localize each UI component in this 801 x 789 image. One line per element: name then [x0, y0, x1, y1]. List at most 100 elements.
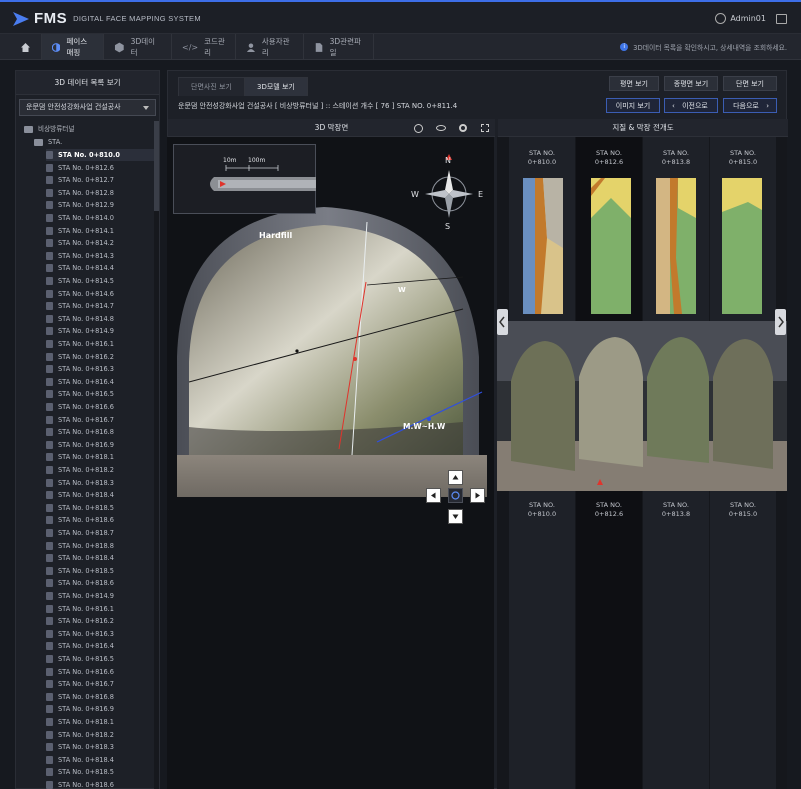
minimap[interactable]: 10m 100m	[173, 144, 316, 214]
nav-face-mapping[interactable]: 페이스매핑	[42, 34, 104, 60]
tree-item-station[interactable]: STA No. 0+818.1	[46, 716, 155, 728]
gear-icon[interactable]	[459, 124, 467, 132]
tree-item-station[interactable]: STA No. 0+818.1	[46, 451, 155, 463]
tree-item-station[interactable]: STA No. 0+814.7	[46, 300, 155, 312]
tree-item-station[interactable]: STA No. 0+816.1	[46, 603, 155, 615]
tree-item-station[interactable]: STA No. 0+816.6	[46, 666, 155, 678]
tree-item-station[interactable]: STA No. 0+816.9	[46, 703, 155, 715]
scroll-left-button[interactable]	[497, 309, 508, 335]
tree-item-station[interactable]: STA No. 0+818.3	[46, 741, 155, 753]
project-select[interactable]: 운문댐 안전성강화사업 건설공사	[19, 99, 156, 116]
tree-item-station[interactable]: STA No. 0+814.3	[46, 250, 155, 262]
image-view-button[interactable]: 이미지 보기	[606, 98, 660, 113]
tree-folder-sta[interactable]: STA.	[34, 136, 155, 148]
tree-item-station[interactable]: STA No. 0+818.4	[46, 754, 155, 766]
tree-item-station[interactable]: STA No. 0+818.5	[46, 502, 155, 514]
eye-off-icon[interactable]	[436, 125, 446, 131]
compass-e: E	[478, 190, 483, 199]
section-view-button[interactable]: 단면 보기	[723, 76, 777, 91]
plan-view-button[interactable]: 평면 보기	[609, 76, 659, 91]
tab-section-photo[interactable]: 단면사진 보기	[178, 77, 245, 96]
tree-item-station[interactable]: STA No. 0+814.5	[46, 275, 155, 287]
tree-folder-root[interactable]: 비상방류터널	[24, 123, 155, 135]
user-menu[interactable]: Admin01	[715, 13, 787, 24]
tree-item-station[interactable]: STA No. 0+816.6	[46, 401, 155, 413]
tab-3d-model[interactable]: 3D모델 보기	[244, 77, 308, 96]
prev-button[interactable]: ‹ 이전으로	[664, 98, 718, 113]
tree-item-station[interactable]: STA No. 0+818.8	[46, 540, 155, 552]
move-right-button[interactable]	[470, 488, 485, 503]
scrollbar-thumb[interactable]	[154, 121, 159, 211]
tree-item-station[interactable]: STA No. 0+814.0	[46, 212, 155, 224]
tree-item-station[interactable]: STA No. 0+816.4	[46, 376, 155, 388]
system-name: DIGITAL FACE MAPPING SYSTEM	[73, 14, 201, 23]
longitudinal-view-button[interactable]: 종평면 보기	[664, 76, 718, 91]
nav-code-management[interactable]: </> 코드관리	[172, 34, 236, 60]
tree-item-station[interactable]: STA No. 0+816.9	[46, 439, 155, 451]
home-button[interactable]	[10, 34, 42, 60]
layers-icon[interactable]	[414, 124, 423, 133]
tree-item-station[interactable]: STA No. 0+812.8	[46, 187, 155, 199]
tree-item-station[interactable]: STA No. 0+814.2	[46, 237, 155, 249]
tree-scrollbar[interactable]	[154, 121, 159, 789]
tree-item-station[interactable]: STA No. 0+812.7	[46, 174, 155, 186]
tree-item-station[interactable]: STA No. 0+814.1	[46, 225, 155, 237]
scroll-right-button[interactable]	[775, 309, 786, 335]
nav-3d-files[interactable]: 3D관련파일	[304, 34, 374, 60]
move-up-button[interactable]	[448, 470, 463, 485]
sta-value: 0+815.0	[728, 158, 758, 166]
tree-item-station[interactable]: STA No. 0+818.2	[46, 729, 155, 741]
tree-item-station[interactable]: STA No. 0+818.6	[46, 577, 155, 589]
tree-item-station[interactable]: STA No. 0+818.5	[46, 766, 155, 778]
file-icon	[46, 214, 53, 222]
tree-item-station[interactable]: STA No. 0+818.4	[46, 552, 155, 564]
tree-item-station[interactable]: STA No. 0+818.6	[46, 779, 155, 789]
file-icon	[46, 264, 53, 273]
fullscreen-icon[interactable]	[481, 124, 489, 132]
tree-item-station[interactable]: STA No. 0+816.1	[46, 338, 155, 350]
face-development-view[interactable]	[497, 321, 787, 491]
tree-item-station[interactable]: STA No. 0+818.7	[46, 527, 155, 539]
tree-item-station[interactable]: STA No. 0+816.5	[46, 388, 155, 400]
tree-item-station[interactable]: STA No. 0+816.4	[46, 640, 155, 652]
tree-item-station[interactable]: STA No. 0+818.3	[46, 477, 155, 489]
app-logo[interactable]: FMS DIGITAL FACE MAPPING SYSTEM	[12, 10, 201, 27]
tree-item-station[interactable]: STA No. 0+818.4	[46, 489, 155, 501]
tree-item-station[interactable]: STA No. 0+814.6	[46, 288, 155, 300]
tree-item-station[interactable]: STA No. 0+816.8	[46, 426, 155, 438]
tree-item-station[interactable]: STA No. 0+818.2	[46, 464, 155, 476]
tree-item-station[interactable]: STA No. 0+816.7	[46, 678, 155, 690]
file-icon	[46, 428, 53, 437]
nav-label: 코드관리	[204, 37, 225, 57]
file-icon	[46, 617, 53, 626]
tree-item-station[interactable]: STA No. 0+818.6	[46, 514, 155, 526]
tree-item-station[interactable]: STA No. 0+816.2	[46, 615, 155, 627]
logout-icon[interactable]	[776, 13, 787, 24]
move-down-button[interactable]	[448, 509, 463, 524]
tree-item-station[interactable]: STA No. 0+814.4	[46, 262, 155, 274]
tree-item-station[interactable]: STA No. 0+816.8	[46, 691, 155, 703]
tree-item-station[interactable]: STA No. 0+812.9	[46, 199, 155, 211]
move-left-button[interactable]	[426, 488, 441, 503]
file-icon	[46, 503, 53, 512]
tree-item-station[interactable]: STA No. 0+816.5	[46, 653, 155, 665]
tree-item-station[interactable]: STA No. 0+816.7	[46, 414, 155, 426]
file-icon	[46, 592, 53, 600]
tree-item-station[interactable]: STA No. 0+816.3	[46, 628, 155, 640]
tree-item-label: STA No. 0+818.3	[58, 743, 114, 752]
nav-user-management[interactable]: 사용자관리	[236, 34, 304, 60]
nav-3d-data[interactable]: 3D데이터	[104, 34, 172, 60]
rotate-button[interactable]	[448, 488, 463, 503]
tree-item-station[interactable]: STA No. 0+814.9	[46, 325, 155, 337]
tree-item-station[interactable]: STA No. 0+810.0	[46, 149, 155, 161]
tree-item-station[interactable]: STA No. 0+818.5	[46, 565, 155, 577]
tree-item-station[interactable]: STA No. 0+814.8	[46, 313, 155, 325]
tree-item-station[interactable]: STA No. 0+812.6	[46, 162, 155, 174]
station-tree: 비상방류터널 STA. STA No. 0+810.0 STA No. 0+812.6…	[16, 121, 155, 789]
3d-viewport[interactable]: Hardfill W M.W~H.W N S W E	[167, 137, 494, 789]
sta-label: STA NO.	[596, 149, 622, 157]
tree-item-station[interactable]: STA No. 0+816.3	[46, 363, 155, 375]
tree-item-station[interactable]: STA No. 0+816.2	[46, 351, 155, 363]
tree-item-station[interactable]: STA No. 0+814.9	[46, 590, 155, 602]
next-button[interactable]: 다음으로 ›	[723, 98, 777, 113]
